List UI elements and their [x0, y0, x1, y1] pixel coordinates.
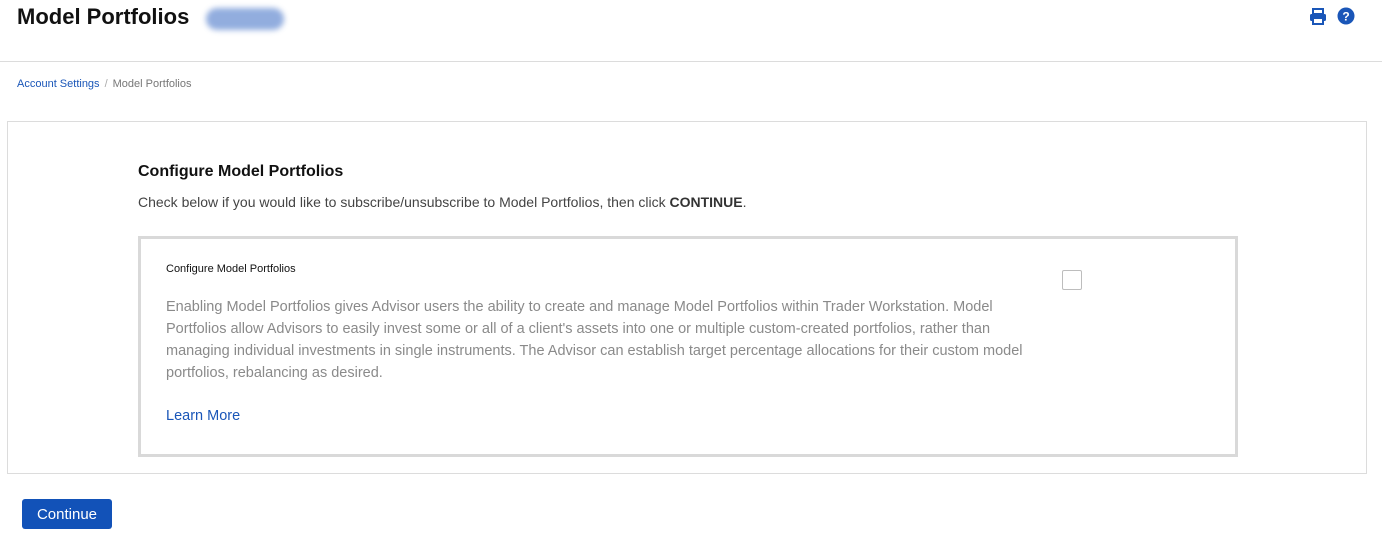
learn-more-link[interactable]: Learn More	[166, 408, 240, 424]
section-title: Configure Model Portfolios	[138, 163, 344, 180]
breadcrumb-current: Model Portfolios	[112, 78, 192, 90]
help-icon[interactable]: ?	[1336, 6, 1356, 26]
page-title: Model Portfolios	[17, 4, 190, 29]
continue-button[interactable]: Continue	[22, 499, 112, 529]
card-description: Enabling Model Portfolios gives Advisor …	[166, 299, 1023, 381]
settings-panel: Configure Model Portfolios Check below i…	[7, 121, 1367, 474]
section-description-end: .	[742, 194, 747, 210]
section-description-text: Check below if you would like to subscri…	[138, 194, 670, 210]
header-actions: ?	[1308, 6, 1356, 26]
card-title: Configure Model Portfolios	[166, 263, 296, 275]
print-icon[interactable]	[1308, 6, 1328, 26]
breadcrumb-separator: /	[104, 78, 108, 90]
breadcrumb-account-settings[interactable]: Account Settings	[17, 78, 100, 90]
page-header: Model Portfolios ?	[0, 0, 1382, 62]
section-description-strong: CONTINUE	[669, 194, 743, 210]
account-id-blurred	[206, 8, 284, 30]
breadcrumb: Account Settings / Model Portfolios	[17, 78, 192, 90]
model-portfolios-checkbox[interactable]	[1062, 270, 1082, 290]
svg-text:?: ?	[1342, 10, 1349, 24]
model-portfolios-card: Configure Model Portfolios Enabling Mode…	[138, 236, 1238, 457]
section-description: Check below if you would like to subscri…	[138, 194, 747, 210]
